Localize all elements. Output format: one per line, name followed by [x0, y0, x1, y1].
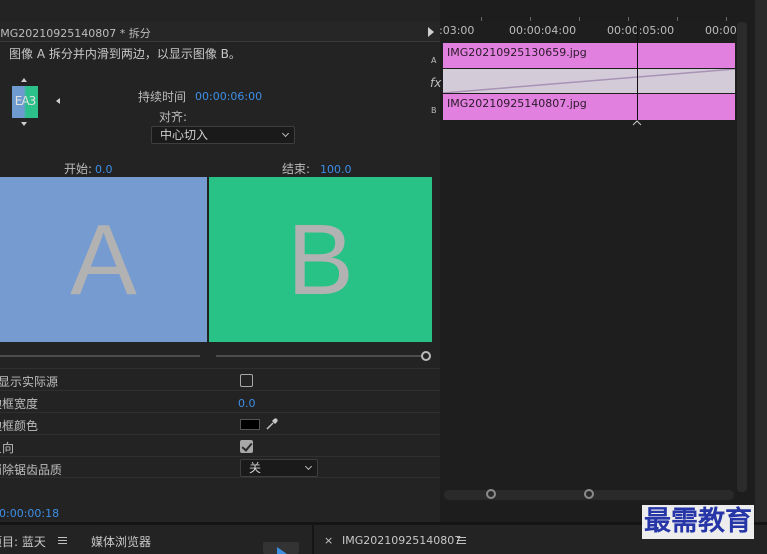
- property-name: 消除锯齿品质: [0, 463, 63, 477]
- chevron-down-icon: [304, 462, 313, 471]
- preview-b-letter: B: [287, 204, 354, 316]
- right-edge-panel: [755, 0, 767, 554]
- arrow-up-icon[interactable]: [21, 78, 27, 82]
- effect-description: 图像 A 拆分并内滑到两边，以显示图像 B。: [9, 47, 241, 61]
- preview-image-b: B: [209, 177, 432, 342]
- expand-arrow-icon[interactable]: [428, 27, 434, 37]
- track-b-label: B: [431, 106, 437, 115]
- thumbnail-label: EA3: [14, 94, 36, 108]
- ruler-tick: [530, 17, 531, 21]
- property-row-show-actual-source: 显示实际源: [0, 368, 440, 390]
- clip-title: IMG20210925140807 * 拆分: [0, 27, 151, 40]
- tab-project[interactable]: 项目: 蓝天: [0, 533, 46, 550]
- playhead[interactable]: [637, 22, 638, 120]
- property-row-border-width: 边框宽度 0.0: [0, 390, 440, 412]
- clip-header[interactable]: IMG20210925140807 * 拆分: [0, 22, 440, 42]
- start-slider[interactable]: [0, 355, 200, 357]
- tab-media-browser[interactable]: 媒体浏览器: [91, 533, 151, 550]
- reverse-checkbox[interactable]: [240, 440, 253, 453]
- duration-value[interactable]: 00:00:06:00: [195, 90, 262, 103]
- clip-b[interactable]: IMG20210925140807.jpg: [443, 94, 735, 120]
- chevron-down-icon: [281, 129, 290, 138]
- watermark-logo: 最需教育: [642, 505, 754, 539]
- tab-sequence[interactable]: IMG20210925140807: [342, 534, 461, 547]
- transition-thumbnail: EA3: [12, 86, 38, 118]
- playhead-marker-icon[interactable]: [632, 120, 642, 126]
- close-tab-icon[interactable]: ×: [324, 534, 333, 547]
- ruler-tick: [628, 17, 629, 21]
- ruler-label: 00:00:05:00: [607, 24, 675, 37]
- tab-divider: [312, 525, 314, 554]
- property-name: 显示实际源: [0, 375, 59, 389]
- ruler-tick: [726, 17, 727, 21]
- alignment-dropdown[interactable]: 中心切入: [151, 126, 295, 144]
- play-transition-icon[interactable]: [56, 98, 60, 104]
- ruler-label: 00:00:04:00: [509, 24, 577, 37]
- arrow-down-icon[interactable]: [21, 122, 27, 126]
- border-width-value[interactable]: 0.0: [238, 397, 256, 410]
- end-slider[interactable]: [216, 355, 422, 357]
- antialias-quality-dropdown[interactable]: 关: [240, 459, 318, 477]
- transition-ramp: [443, 69, 735, 93]
- project-menu-icon[interactable]: [58, 537, 67, 544]
- clip-a[interactable]: IMG20210925130659.jpg: [443, 43, 735, 68]
- timeline-ruler[interactable]: :03:00 00:00:04:00 00:00:05:00 00:00: [439, 22, 737, 42]
- transition-track[interactable]: [443, 69, 735, 93]
- clip-b-name: IMG20210925140807.jpg: [447, 97, 587, 110]
- property-name: 反向: [0, 441, 15, 455]
- play-button[interactable]: [263, 542, 299, 554]
- duration-label: 持续时间: [138, 90, 187, 104]
- preview-image-a: A: [0, 177, 207, 342]
- scroll-handle-left[interactable]: [486, 489, 496, 499]
- end-slider-knob[interactable]: [421, 351, 431, 361]
- property-row-border-color: 边框颜色: [0, 412, 440, 434]
- ruler-label: 00:00: [705, 24, 737, 37]
- property-row-reverse: 反向: [0, 434, 440, 456]
- ruler-tick: [481, 17, 482, 21]
- current-timecode[interactable]: 00:00:00:18: [0, 507, 59, 520]
- ruler-tick: [677, 17, 678, 21]
- end-value[interactable]: 100.0: [320, 163, 352, 176]
- fx-icon: fx: [430, 76, 442, 90]
- track-a-label: A: [431, 56, 437, 65]
- antialias-quality-value: 关: [249, 461, 262, 475]
- scroll-handle-right[interactable]: [584, 489, 594, 499]
- alignment-label: 对齐:: [159, 110, 188, 124]
- alignment-value: 中心切入: [160, 128, 209, 142]
- property-name: 边框宽度: [0, 397, 39, 411]
- property-name: 边框颜色: [0, 419, 39, 433]
- clip-a-name: IMG20210925130659.jpg: [447, 46, 587, 59]
- ruler-tick: [579, 17, 580, 21]
- start-value[interactable]: 0.0: [95, 163, 113, 176]
- vertical-scrollbar[interactable]: [737, 22, 747, 492]
- show-actual-source-checkbox[interactable]: [240, 374, 253, 387]
- current-time-value: 00:00:00:18: [0, 507, 60, 520]
- eyedropper-icon[interactable]: [265, 417, 279, 431]
- preview-a-letter: A: [70, 204, 137, 316]
- border-color-swatch[interactable]: [240, 419, 260, 430]
- start-label: 开始:: [64, 162, 93, 176]
- end-label: 结束:: [282, 162, 311, 176]
- ruler-label: :03:00: [439, 24, 475, 37]
- property-row-antialias-quality: 消除锯齿品质 关: [0, 456, 440, 478]
- sequence-menu-icon[interactable]: [457, 537, 466, 544]
